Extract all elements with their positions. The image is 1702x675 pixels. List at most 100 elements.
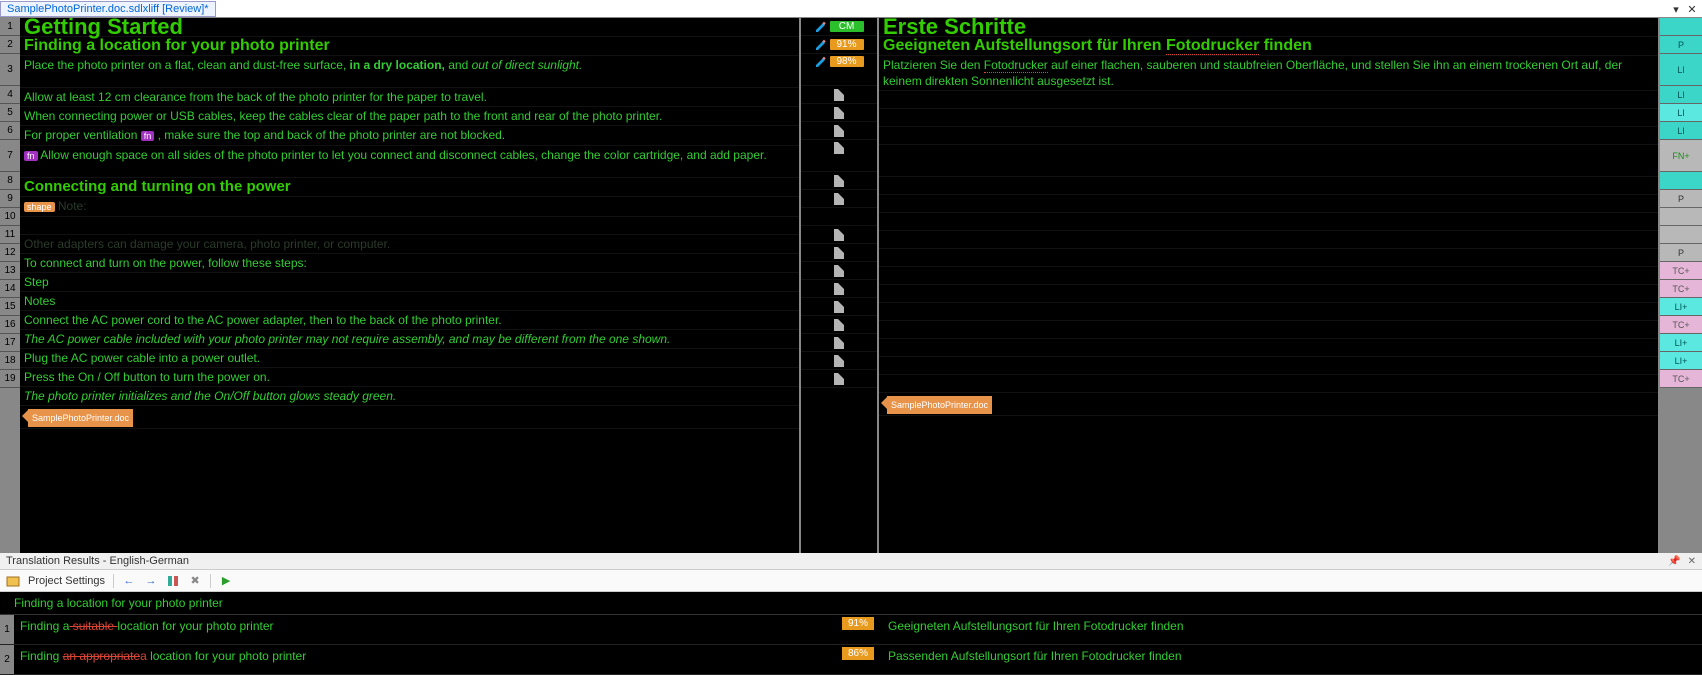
project-settings-link[interactable]: Project Settings (28, 575, 105, 587)
segment-status-cell[interactable] (801, 334, 877, 352)
row-number[interactable]: 13 (0, 262, 20, 280)
segment-status-cell[interactable]: 91% (801, 36, 877, 54)
target-segment[interactable] (879, 303, 1658, 321)
target-segment[interactable] (879, 177, 1658, 195)
row-number[interactable]: 9 (0, 190, 20, 208)
segment-status-cell[interactable] (801, 226, 877, 244)
row-number[interactable]: 6 (0, 122, 20, 140)
source-segment[interactable]: Other adapters can damage your camera, p… (20, 235, 799, 254)
segment-status-cell[interactable]: CM (801, 18, 877, 36)
source-segment[interactable]: The photo printer initializes and the On… (20, 387, 799, 406)
structure-tag[interactable]: LI+ (1660, 334, 1702, 352)
next-icon[interactable]: → (144, 574, 158, 588)
segment-status-cell[interactable] (801, 280, 877, 298)
source-segment[interactable]: Press the On / Off button to turn the po… (20, 368, 799, 387)
structure-tag[interactable]: TC+ (1660, 262, 1702, 280)
target-segment[interactable] (879, 267, 1658, 285)
source-segment[interactable] (20, 217, 799, 235)
tm-result-row[interactable]: 1Finding a suitable location for your ph… (0, 615, 1702, 645)
apply-icon[interactable] (166, 574, 180, 588)
row-number[interactable]: 11 (0, 226, 20, 244)
target-segment[interactable] (879, 321, 1658, 339)
row-number[interactable]: 14 (0, 280, 20, 298)
row-number[interactable]: 15 (0, 298, 20, 316)
structure-tag[interactable]: TC+ (1660, 280, 1702, 298)
structure-tag[interactable]: LI+ (1660, 352, 1702, 370)
segment-status-cell[interactable] (801, 352, 877, 370)
row-number[interactable]: 18 (0, 352, 20, 370)
row-number[interactable]: 2 (0, 36, 20, 54)
target-segment[interactable] (879, 109, 1658, 127)
target-segment[interactable] (879, 285, 1658, 303)
structure-tag[interactable]: LI (1660, 86, 1702, 104)
source-segment[interactable]: Finding a location for your photo printe… (20, 37, 799, 56)
pin-icon[interactable]: 📌 (1668, 556, 1680, 567)
structure-tag[interactable] (1660, 18, 1702, 36)
structure-tag[interactable] (1660, 172, 1702, 190)
row-number[interactable]: 5 (0, 104, 20, 122)
close-panel-icon[interactable]: ✕ (1688, 556, 1696, 567)
target-segment[interactable] (879, 213, 1658, 231)
structure-tag[interactable]: P (1660, 190, 1702, 208)
close-tab-icon[interactable]: ✕ (1686, 3, 1698, 15)
structure-tag[interactable]: P (1660, 244, 1702, 262)
structure-tag[interactable]: TC+ (1660, 370, 1702, 388)
segment-status-cell[interactable] (801, 298, 877, 316)
target-segment[interactable]: Platzieren Sie den Fotodrucker auf einer… (879, 56, 1658, 91)
project-settings-icon[interactable] (6, 574, 20, 588)
target-segment[interactable] (879, 231, 1658, 249)
segment-status-cell[interactable] (801, 122, 877, 140)
segment-status-cell[interactable] (801, 262, 877, 280)
structure-tag[interactable]: LI (1660, 122, 1702, 140)
source-segment[interactable]: shape Note: (20, 197, 799, 217)
row-number[interactable]: 4 (0, 86, 20, 104)
structure-tag[interactable]: LI (1660, 54, 1702, 86)
source-segment[interactable]: fn Allow enough space on all sides of th… (20, 146, 799, 178)
play-icon[interactable]: ▶ (219, 574, 233, 588)
segment-status-cell[interactable] (801, 86, 877, 104)
structure-tag[interactable]: FN+ (1660, 140, 1702, 172)
structure-tag[interactable] (1660, 208, 1702, 226)
segment-status-cell[interactable] (801, 244, 877, 262)
dropdown-icon[interactable]: ▾ (1670, 3, 1682, 15)
structure-tag[interactable]: TC+ (1660, 316, 1702, 334)
row-number[interactable]: 17 (0, 334, 20, 352)
target-segment[interactable] (879, 249, 1658, 267)
target-segment[interactable]: Geeigneten Aufstellungsort für Ihren Fot… (879, 37, 1658, 56)
target-segment[interactable] (879, 375, 1658, 393)
target-segment[interactable] (879, 195, 1658, 213)
row-number[interactable]: 1 (0, 18, 20, 36)
source-segment[interactable]: The AC power cable included with your ph… (20, 330, 799, 349)
prev-icon[interactable]: ← (122, 574, 136, 588)
clear-icon[interactable]: ✖ (188, 574, 202, 588)
segment-status-cell[interactable]: 98% (801, 54, 877, 86)
structure-tag[interactable]: P (1660, 36, 1702, 54)
structure-tag[interactable]: LI (1660, 104, 1702, 122)
segment-status-cell[interactable] (801, 208, 877, 226)
source-segment[interactable]: Notes (20, 292, 799, 311)
source-segment[interactable]: Step (20, 273, 799, 292)
row-number[interactable]: 10 (0, 208, 20, 226)
segment-status-cell[interactable] (801, 140, 877, 172)
row-number[interactable]: 19 (0, 370, 20, 388)
target-segment[interactable] (879, 91, 1658, 109)
target-pane[interactable]: Erste SchritteGeeigneten Aufstellungsort… (879, 18, 1660, 553)
row-number[interactable]: 12 (0, 244, 20, 262)
source-segment[interactable]: To connect and turn on the power, follow… (20, 254, 799, 273)
source-segment[interactable]: When connecting power or USB cables, kee… (20, 107, 799, 126)
row-number[interactable]: 16 (0, 316, 20, 334)
structure-tag[interactable]: LI+ (1660, 298, 1702, 316)
segment-status-cell[interactable] (801, 316, 877, 334)
source-segment[interactable]: Allow at least 12 cm clearance from the … (20, 88, 799, 107)
target-segment[interactable] (879, 339, 1658, 357)
source-segment[interactable]: For proper ventilation fn , make sure th… (20, 126, 799, 146)
segment-status-cell[interactable] (801, 190, 877, 208)
segment-status-cell[interactable] (801, 104, 877, 122)
source-segment[interactable]: Plug the AC power cable into a power out… (20, 349, 799, 368)
source-segment[interactable]: Connecting and turning on the power (20, 178, 799, 197)
target-segment[interactable] (879, 145, 1658, 177)
target-segment[interactable] (879, 357, 1658, 375)
source-segment[interactable]: Connect the AC power cord to the AC powe… (20, 311, 799, 330)
source-pane[interactable]: Getting StartedFinding a location for yo… (20, 18, 801, 553)
source-segment[interactable]: Place the photo printer on a flat, clean… (20, 56, 799, 88)
